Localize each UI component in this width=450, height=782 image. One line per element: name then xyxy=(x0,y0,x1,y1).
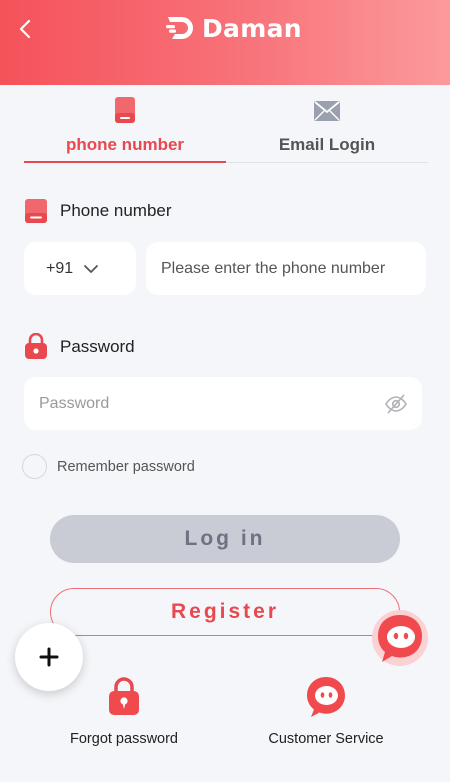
plus-icon xyxy=(39,647,59,667)
phone-section-label: Phone number xyxy=(24,198,172,224)
password-section-label: Password xyxy=(24,333,135,360)
app-header: Daman xyxy=(0,0,450,85)
register-button[interactable]: Register xyxy=(50,588,400,636)
active-tab-indicator xyxy=(24,161,226,163)
password-field[interactable] xyxy=(24,377,422,430)
brand-name: Daman xyxy=(202,13,302,43)
country-code-select[interactable]: +91 xyxy=(24,242,136,295)
tab-phone-number[interactable]: phone number xyxy=(24,92,226,164)
forgot-password-button[interactable]: Forgot password xyxy=(44,676,204,756)
customer-service-button[interactable]: Customer Service xyxy=(246,676,406,756)
daman-logo-icon xyxy=(166,17,193,39)
chat-mascot-icon xyxy=(372,610,428,666)
eye-slash-icon[interactable] xyxy=(384,392,408,416)
chevron-down-icon xyxy=(84,264,99,273)
floating-chat-button[interactable] xyxy=(371,609,429,667)
phone-icon xyxy=(115,97,135,123)
country-code-value: +91 xyxy=(46,259,74,277)
tab-phone-label: phone number xyxy=(65,135,185,154)
login-button[interactable]: Log in xyxy=(50,515,400,563)
forgot-password-label: Forgot password xyxy=(70,731,178,747)
tab-email-label: Email Login xyxy=(278,135,376,154)
remember-label: Remember password xyxy=(57,458,195,475)
password-input[interactable] xyxy=(39,394,372,413)
phone-label-text: Phone number xyxy=(60,201,172,220)
chevron-left-icon xyxy=(19,19,31,39)
remember-password-toggle[interactable]: Remember password xyxy=(22,454,195,479)
brand-logo: Daman xyxy=(166,12,302,44)
lock-icon xyxy=(25,333,47,359)
back-button[interactable] xyxy=(10,14,40,44)
phone-number-input[interactable] xyxy=(161,259,426,278)
tab-email-login[interactable]: Email Login xyxy=(226,92,428,164)
phone-icon xyxy=(25,199,47,223)
envelope-icon xyxy=(314,101,340,121)
customer-service-label: Customer Service xyxy=(268,731,384,747)
remember-checkbox[interactable] xyxy=(22,454,47,479)
password-label-text: Password xyxy=(60,336,135,356)
login-tabs: phone number Email Login xyxy=(24,92,428,164)
customer-service-icon xyxy=(307,677,345,717)
phone-number-field[interactable] xyxy=(146,242,426,295)
lock-icon xyxy=(109,677,139,715)
